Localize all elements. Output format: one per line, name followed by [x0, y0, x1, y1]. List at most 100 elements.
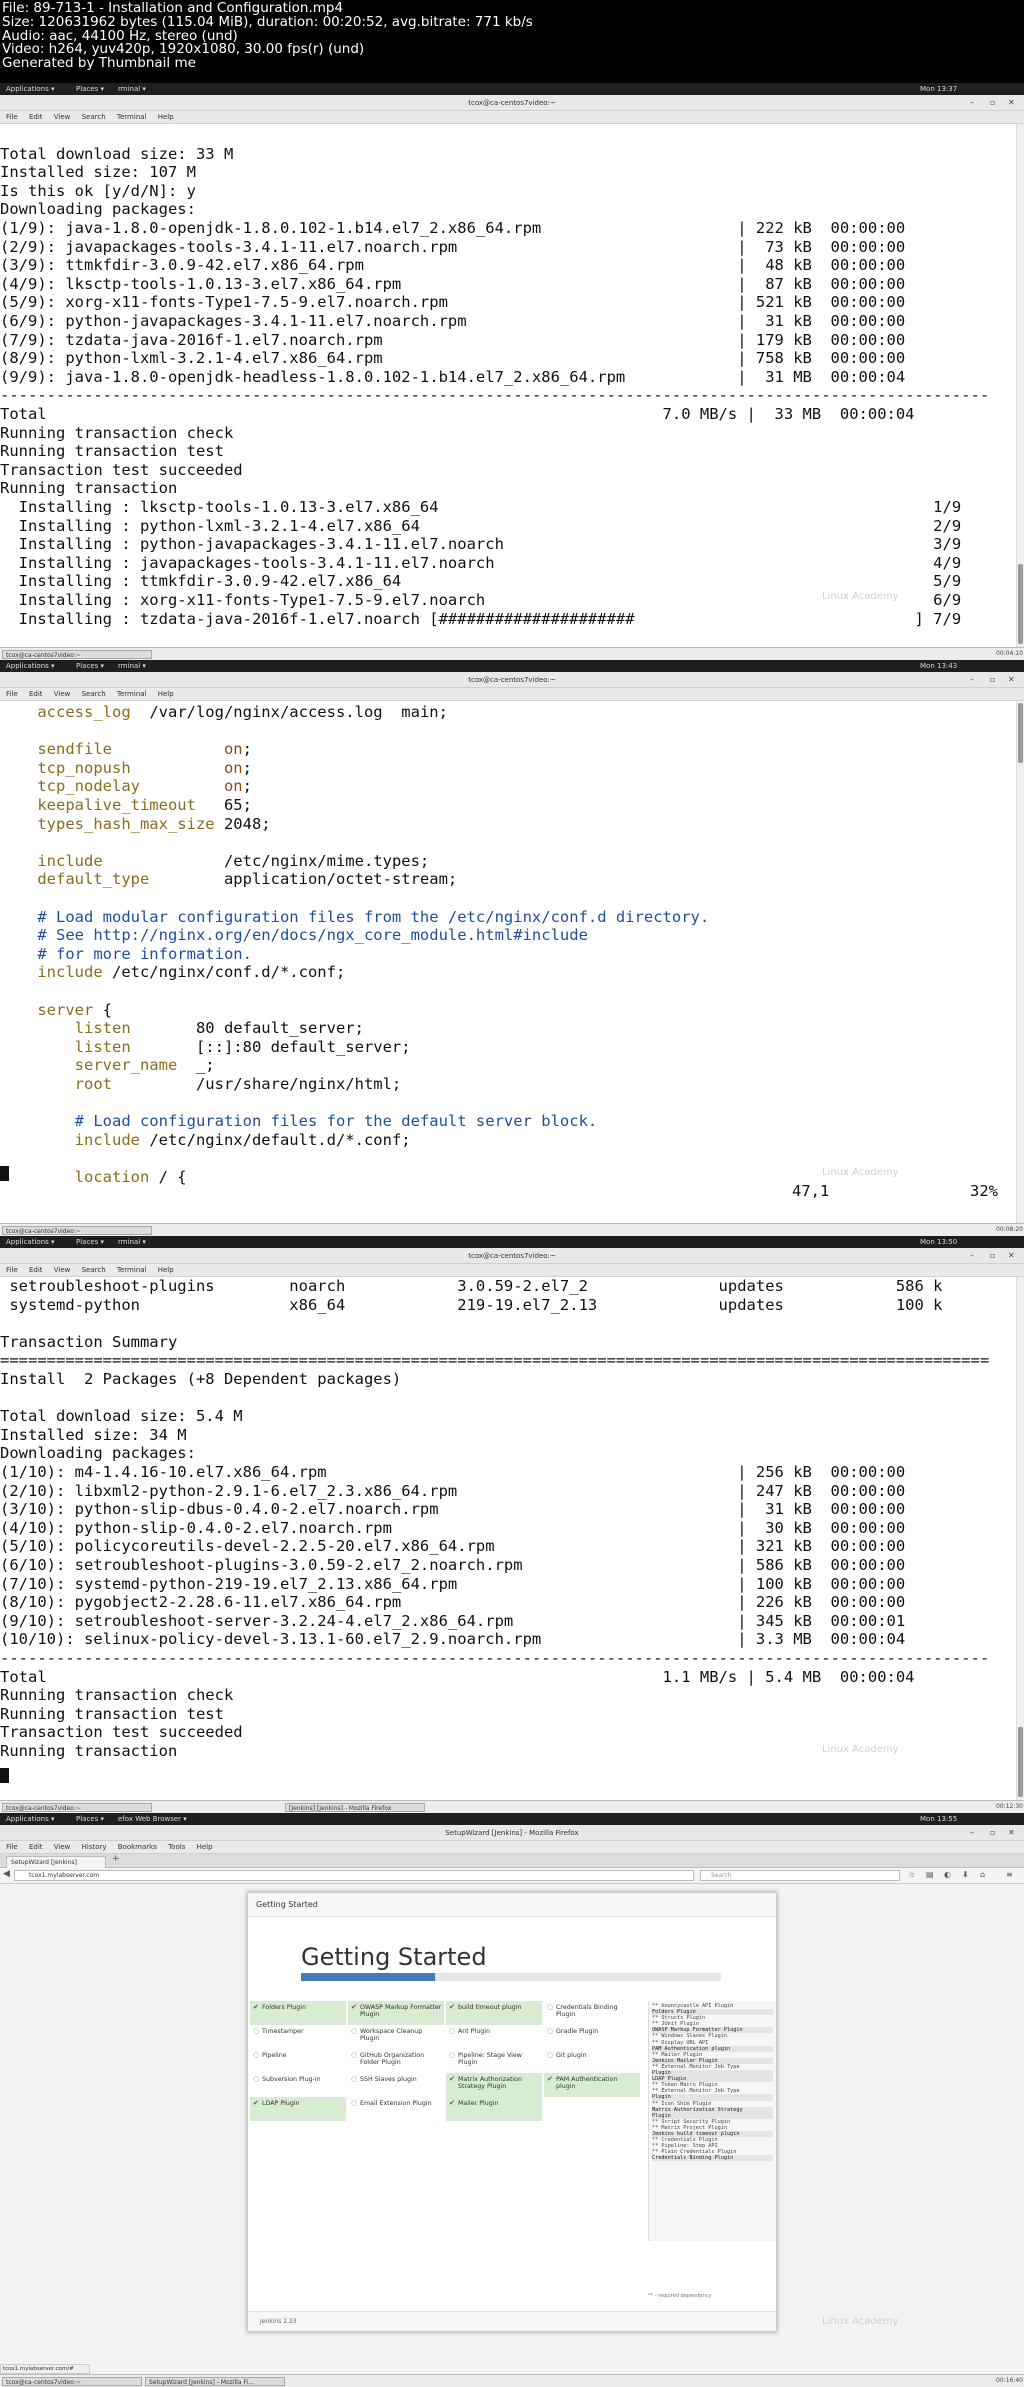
menu-file[interactable]: File	[6, 1843, 18, 1851]
menu-view[interactable]: View	[54, 1843, 71, 1851]
menu-view[interactable]: View	[54, 113, 71, 121]
home-icon[interactable]: ⌂	[980, 1870, 985, 1879]
menu-history[interactable]: History	[82, 1843, 107, 1851]
taskbar-firefox[interactable]: SetupWizard [Jenkins] - Mozilla Fi...	[145, 2377, 285, 2386]
menu-search[interactable]: Search	[82, 1266, 106, 1274]
menu-view[interactable]: View	[54, 690, 71, 698]
places-menu[interactable]: Places ▾	[76, 83, 104, 95]
plugin-item: ○ Credentials Binding Plugin	[544, 2001, 640, 2025]
clock[interactable]: Mon 13:37	[920, 83, 957, 95]
clock[interactable]: Mon 13:55	[920, 1813, 957, 1825]
taskbar-terminal[interactable]: tcox@ca-centos7video:~	[2, 650, 152, 659]
menu-terminal[interactable]: Terminal	[117, 1266, 147, 1274]
terminal-output[interactable]: Total download size: 33 M Installed size:…	[0, 124, 1016, 647]
terminal-app-menu[interactable]: rminal ▾	[118, 660, 146, 672]
clock[interactable]: Mon 13:50	[920, 1236, 957, 1248]
taskbar-terminal[interactable]: tcox@ca-centos7video:~	[2, 1803, 152, 1812]
maximize-icon[interactable]: ▫	[990, 1248, 995, 1264]
minimize-icon[interactable]: –	[970, 672, 974, 688]
minimize-icon[interactable]: –	[970, 95, 974, 111]
menu-view[interactable]: View	[54, 1266, 71, 1274]
menu-edit[interactable]: Edit	[29, 1266, 43, 1274]
plugin-item: ○ GitHub Organization Folder Plugin	[348, 2049, 444, 2073]
hamburger-menu-icon[interactable]: ≡	[1006, 1870, 1013, 1879]
terminal-app-menu[interactable]: rminal ▾	[118, 1236, 146, 1248]
taskbar-terminal[interactable]: tcox@ca-centos7video:~	[2, 1226, 152, 1235]
minimize-icon[interactable]: –	[970, 1248, 974, 1264]
vim-token: / {	[158, 1168, 187, 1186]
minimize-icon[interactable]: –	[970, 1825, 974, 1841]
required-dependency-note: ** - required dependency	[648, 2293, 712, 2299]
browser-tab[interactable]: SetupWizard [Jenkins]	[6, 1856, 106, 1868]
bottom-taskbar: tcox@ca-centos7video:~ 00:08:20	[0, 1223, 1024, 1236]
menu-terminal[interactable]: Terminal	[117, 113, 147, 121]
status-bar-url: tcox1.mylabserver.com/#	[0, 2364, 90, 2374]
scrollbar-thumb[interactable]	[1018, 564, 1023, 644]
terminal-output[interactable]: setroubleshoot-plugins noarch 3.0.59-2.e…	[0, 1277, 1016, 1800]
plugin-item: ○ Email Extension Plugin	[348, 2097, 444, 2121]
maximize-icon[interactable]: ▫	[990, 672, 995, 688]
terminal-line: (5/9): xorg-x11-fonts-Type1-7.5-9.el7.no…	[0, 293, 906, 312]
window-title: tcox@ca-centos7video:~	[468, 99, 556, 107]
bookmark-star-icon[interactable]: ☆	[908, 1870, 915, 1879]
menu-tools[interactable]: Tools	[168, 1843, 185, 1851]
url-bar[interactable]: tcox1.mylabserver.com	[14, 1870, 694, 1881]
close-icon[interactable]: ✕	[1008, 672, 1015, 688]
scrollbar-thumb[interactable]	[1018, 703, 1023, 763]
vim-token: tcp_nodelay	[0, 777, 224, 796]
menu-file[interactable]: File	[6, 113, 18, 121]
applications-menu[interactable]: Applications ▾	[6, 660, 55, 672]
reading-list-icon[interactable]: ▤	[926, 1870, 934, 1879]
terminal-app-menu[interactable]: rminal ▾	[118, 83, 146, 95]
vim-token: types_hash_max_size	[0, 814, 224, 833]
maximize-icon[interactable]: ▫	[990, 1825, 995, 1841]
menu-terminal[interactable]: Terminal	[117, 690, 147, 698]
bottom-taskbar: tcox@ca-centos7video:~ SetupWizard [Jenk…	[0, 2374, 1024, 2387]
menu-edit[interactable]: Edit	[29, 690, 43, 698]
taskbar-terminal[interactable]: tcox@ca-centos7video:~	[2, 2377, 142, 2386]
vim-token: keepalive_timeout	[0, 796, 224, 814]
plugin-name: Gradle Plugin	[556, 2028, 599, 2035]
video-info-header: File: 89-713-1 - Installation and Config…	[0, 0, 1024, 83]
close-icon[interactable]: ✕	[1008, 1825, 1015, 1841]
menu-help[interactable]: Help	[158, 1266, 174, 1274]
search-field[interactable]: Search	[700, 1870, 900, 1881]
terminal-scrollbar[interactable]	[1016, 1277, 1024, 1800]
taskbar-firefox[interactable]: [Jenkins] [Jenkins] - Mozilla Firefox	[285, 1803, 425, 1812]
menu-search[interactable]: Search	[82, 690, 106, 698]
menu-file[interactable]: File	[6, 690, 18, 698]
menu-search[interactable]: Search	[82, 113, 106, 121]
close-icon[interactable]: ✕	[1008, 95, 1015, 111]
pocket-icon[interactable]: ◐	[944, 1870, 951, 1879]
applications-menu[interactable]: Applications ▾	[6, 1236, 55, 1248]
terminal-scrollbar[interactable]	[1016, 701, 1024, 1223]
places-menu[interactable]: Places ▾	[76, 1813, 104, 1825]
clock[interactable]: Mon 13:43	[920, 660, 957, 672]
terminal-menubar: File Edit View Search Terminal Help	[0, 688, 1024, 701]
places-menu[interactable]: Places ▾	[76, 1236, 104, 1248]
terminal-line: Total download size: 5.4 M	[0, 1407, 243, 1426]
window-title: tcox@ca-centos7video:~	[468, 1252, 556, 1260]
download-icon[interactable]: ⬇	[962, 1870, 969, 1879]
menu-file[interactable]: File	[6, 1266, 18, 1274]
back-icon[interactable]: ◀	[3, 1869, 10, 1879]
menu-help[interactable]: Help	[158, 690, 174, 698]
scrollbar-thumb[interactable]	[1018, 1727, 1023, 1797]
places-menu[interactable]: Places ▾	[76, 660, 104, 672]
close-icon[interactable]: ✕	[1008, 1248, 1015, 1264]
applications-menu[interactable]: Applications ▾	[6, 1813, 55, 1825]
menu-help[interactable]: Help	[197, 1843, 213, 1851]
menu-help[interactable]: Help	[158, 113, 174, 121]
plugin-name: Credentials Binding Plugin	[556, 2004, 618, 2018]
menu-edit[interactable]: Edit	[29, 1843, 43, 1851]
maximize-icon[interactable]: ▫	[990, 95, 995, 111]
applications-menu[interactable]: Applications ▾	[6, 83, 55, 95]
terminal-line: Installed size: 107 M	[0, 163, 196, 182]
new-tab-icon[interactable]: +	[112, 1854, 120, 1864]
menu-bookmarks[interactable]: Bookmarks	[118, 1843, 157, 1851]
firefox-app-menu[interactable]: efox Web Browser ▾	[118, 1813, 187, 1825]
terminal-scrollbar[interactable]	[1016, 124, 1024, 647]
firefox-navbar: ◀ tcox1.mylabserver.com Search ☆ ▤ ◐ ⬇ ⌂…	[0, 1868, 1024, 1884]
vim-editor-buffer[interactable]: 47,1 32% access_log /var/log/nginx/acces…	[0, 701, 1016, 1223]
menu-edit[interactable]: Edit	[29, 113, 43, 121]
